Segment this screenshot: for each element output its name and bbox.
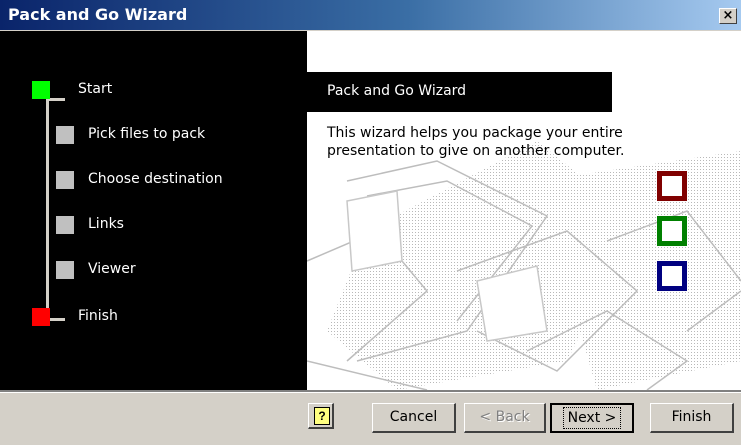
help-icon: ? [314, 407, 330, 425]
step-label: Start [78, 81, 113, 97]
close-icon: × [722, 8, 734, 23]
finish-button[interactable]: Finish [650, 403, 734, 433]
finish-label: Finish [671, 409, 712, 425]
next-label: Next > [562, 407, 622, 429]
wizard-window: Pack and Go Wizard × Start Pick files to… [0, 0, 741, 445]
step-status-icon [56, 126, 74, 144]
help-button[interactable]: ? [308, 403, 334, 429]
close-button[interactable]: × [719, 8, 737, 24]
title-bar[interactable]: Pack and Go Wizard × [0, 0, 741, 30]
step-label: Finish [78, 308, 118, 324]
steps-panel: Start Pick files to pack Choose destinat… [0, 31, 307, 390]
steps-connector-line [46, 98, 49, 320]
step-status-icon [32, 308, 50, 326]
step-status-icon [56, 261, 74, 279]
next-button[interactable]: Next > [550, 403, 634, 433]
content-panel: Pack and Go Wizard This wizard helps you… [307, 31, 741, 390]
button-separator [0, 390, 741, 393]
window-title: Pack and Go Wizard [8, 5, 188, 24]
step-status-icon [56, 216, 74, 234]
green-square-icon [657, 216, 687, 246]
panel-heading: Pack and Go Wizard [327, 83, 467, 99]
step-label: Viewer [88, 261, 136, 277]
red-square-icon [657, 171, 687, 201]
step-status-icon [56, 171, 74, 189]
back-label: < Back [479, 409, 530, 425]
step-status-icon [32, 81, 50, 99]
cancel-label: Cancel [389, 409, 438, 425]
step-label: Choose destination [88, 171, 223, 187]
blue-square-icon [657, 261, 687, 291]
panel-header: Pack and Go Wizard [307, 72, 612, 112]
wizard-description: This wizard helps you package your entir… [327, 125, 625, 159]
cancel-button[interactable]: Cancel [372, 403, 456, 433]
back-button[interactable]: < Back [464, 403, 546, 433]
step-label: Pick files to pack [88, 126, 206, 142]
step-label: Links [88, 216, 124, 232]
